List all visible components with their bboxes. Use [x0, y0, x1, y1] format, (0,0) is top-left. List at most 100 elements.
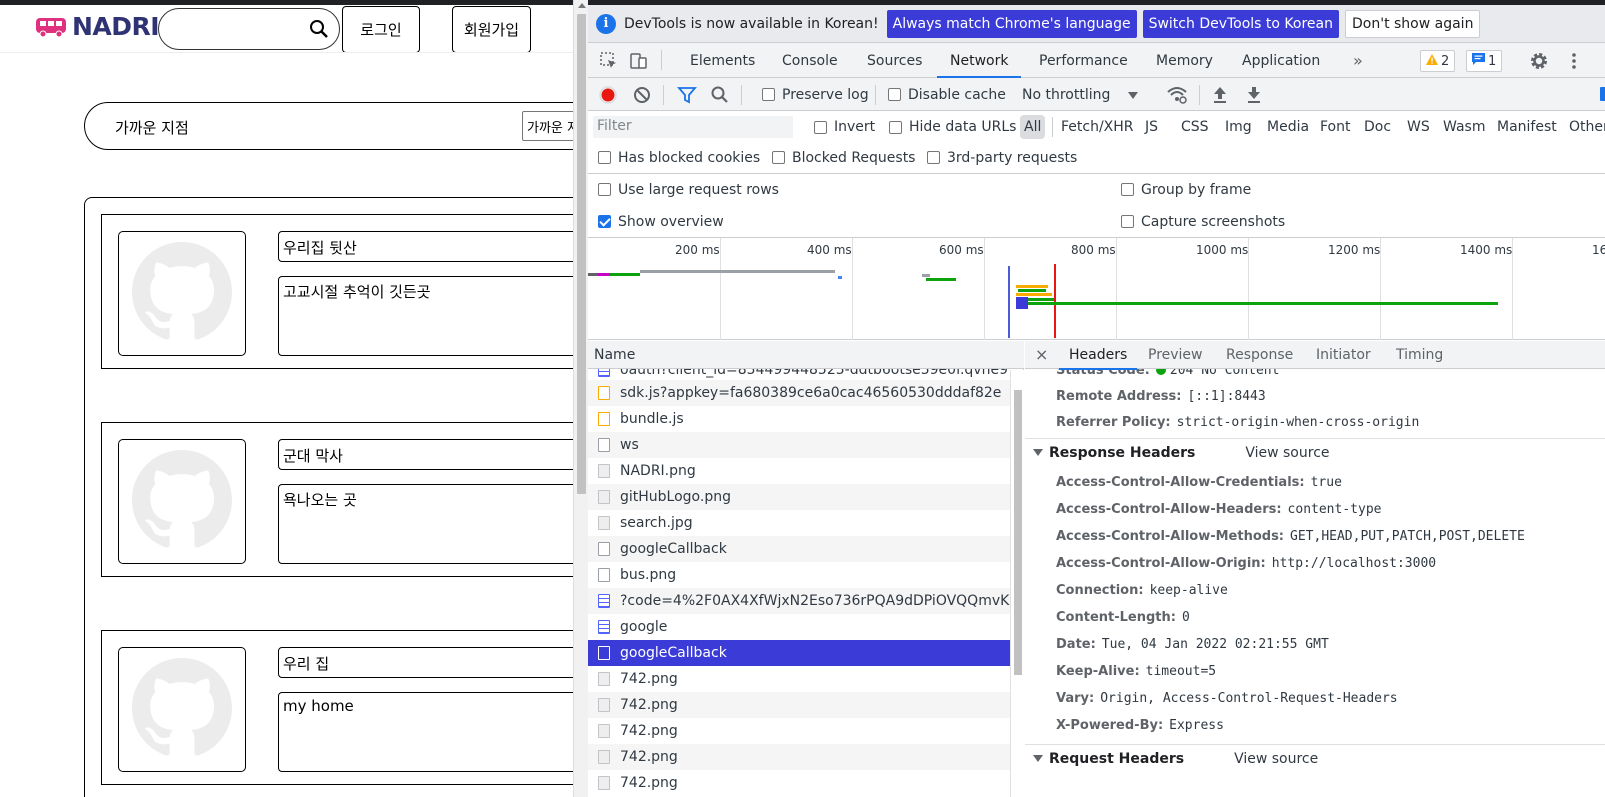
- view-source-link[interactable]: View source: [1234, 751, 1318, 767]
- request-row[interactable]: search.jpg: [588, 510, 1010, 536]
- filter-type-media[interactable]: Media: [1263, 115, 1313, 139]
- request-row-selected[interactable]: googleCallback: [588, 640, 1010, 666]
- group-by-frame-checkbox[interactable]: Group by frame: [1121, 174, 1251, 205]
- tab-initiator[interactable]: Initiator: [1316, 341, 1371, 369]
- filter-type-ws[interactable]: WS: [1403, 115, 1434, 139]
- checkbox[interactable]: [1121, 215, 1134, 228]
- place-description[interactable]: 고교시절 추억이 깃든곳: [278, 276, 573, 356]
- export-har-download-icon[interactable]: [1243, 84, 1265, 106]
- checkbox[interactable]: [814, 120, 827, 134]
- filter-funnel-icon[interactable]: [676, 84, 698, 106]
- filter-type-fetch-xhr[interactable]: Fetch/XHR: [1057, 115, 1138, 139]
- filter-type-other[interactable]: Other: [1565, 115, 1605, 139]
- place-card[interactable]: 우리집 뒷산 고교시절 추억이 깃든곳: [101, 214, 573, 369]
- place-card[interactable]: 우리 집 my home: [101, 630, 573, 785]
- checkbox[interactable]: [772, 151, 785, 164]
- login-button[interactable]: 로그인: [342, 6, 420, 53]
- throttling-select[interactable]: No throttling: [1022, 78, 1139, 111]
- request-row[interactable]: 742.png: [588, 718, 1010, 744]
- search-icon[interactable]: [309, 19, 329, 39]
- tab-sources[interactable]: Sources: [866, 43, 923, 78]
- scrollbar-thumb[interactable]: [577, 14, 586, 494]
- signup-button[interactable]: 회원가입: [452, 6, 531, 53]
- request-row[interactable]: bundle.js: [588, 406, 1010, 432]
- request-row[interactable]: 742.png: [588, 666, 1010, 692]
- always-match-language-button[interactable]: Always match Chrome's language: [886, 9, 1137, 38]
- request-row[interactable]: gitHubLogo.png: [588, 484, 1010, 510]
- inspect-element-icon[interactable]: [598, 50, 620, 72]
- tab-performance[interactable]: Performance: [1038, 43, 1129, 78]
- filter-type-css[interactable]: CSS: [1177, 115, 1213, 139]
- request-row[interactable]: sdk.js?appkey=fa680389ce6a0cac46560530dd…: [588, 380, 1010, 406]
- switch-to-korean-button[interactable]: Switch DevTools to Korean: [1142, 9, 1339, 38]
- request-list-scrollbar[interactable]: [1010, 370, 1024, 797]
- tab-application[interactable]: Application: [1241, 43, 1321, 78]
- filter-type-img[interactable]: Img: [1221, 115, 1256, 139]
- warnings-badge[interactable]: 2: [1420, 50, 1456, 72]
- tab-response[interactable]: Response: [1226, 341, 1293, 369]
- more-tabs-button[interactable]: »: [1352, 43, 1364, 78]
- place-card[interactable]: 군대 막사 욕나오는 곳: [101, 422, 573, 577]
- filter-type-all[interactable]: All: [1020, 115, 1046, 139]
- request-row[interactable]: googleCallback: [588, 536, 1010, 562]
- filter-type-js[interactable]: JS: [1141, 115, 1162, 139]
- place-description[interactable]: 욕나오는 곳: [278, 484, 573, 564]
- website-scrollbar[interactable]: [573, 0, 588, 797]
- place-title[interactable]: 우리 집: [278, 647, 573, 678]
- large-request-rows-checkbox[interactable]: Use large request rows: [598, 174, 779, 205]
- nearby-branch-select[interactable]: 가까운 지: [522, 111, 573, 141]
- settings-gear-icon[interactable]: [1528, 50, 1550, 72]
- request-row[interactable]: bus.png: [588, 562, 1010, 588]
- capture-screenshots-checkbox[interactable]: Capture screenshots: [1121, 206, 1285, 237]
- network-overview-timeline[interactable]: 200 ms 400 ms 600 ms 800 ms 1000 ms 1200…: [588, 238, 1605, 340]
- close-details-icon[interactable]: ×: [1035, 345, 1048, 364]
- tab-timing[interactable]: Timing: [1396, 341, 1443, 369]
- request-row[interactable]: google: [588, 614, 1010, 640]
- search-icon[interactable]: [709, 84, 731, 106]
- response-headers-section[interactable]: Response Headers View source: [1025, 438, 1605, 466]
- messages-badge[interactable]: 1: [1466, 50, 1503, 72]
- request-headers-section[interactable]: Request Headers View source: [1025, 744, 1605, 772]
- show-overview-checkbox[interactable]: Show overview: [598, 206, 724, 237]
- request-row[interactable]: 742.png: [588, 744, 1010, 770]
- overflow-settings-icon[interactable]: [1600, 87, 1605, 101]
- checkbox[interactable]: [889, 120, 902, 134]
- collapse-triangle-icon[interactable]: [1033, 755, 1043, 762]
- filter-type-doc[interactable]: Doc: [1360, 115, 1395, 139]
- request-row[interactable]: 742.png: [588, 770, 1010, 796]
- record-icon[interactable]: [597, 84, 619, 106]
- tab-elements[interactable]: Elements: [689, 43, 756, 78]
- place-title[interactable]: 우리집 뒷산: [278, 231, 573, 262]
- tab-console[interactable]: Console: [781, 43, 839, 78]
- checkbox[interactable]: [598, 183, 611, 196]
- checkbox[interactable]: [598, 151, 611, 164]
- tab-network[interactable]: Network: [936, 43, 1023, 78]
- checkbox[interactable]: [762, 88, 775, 101]
- tab-preview[interactable]: Preview: [1148, 341, 1203, 369]
- hide-data-urls-checkbox[interactable]: Hide data URLs: [889, 111, 1016, 143]
- checkbox[interactable]: [1121, 183, 1134, 196]
- third-party-requests-checkbox[interactable]: 3rd-party requests: [927, 142, 1077, 173]
- network-conditions-icon[interactable]: [1166, 84, 1188, 106]
- place-description[interactable]: my home: [278, 692, 573, 772]
- scroll-up-arrow-icon[interactable]: [578, 3, 586, 8]
- preserve-log-checkbox[interactable]: Preserve log: [762, 78, 869, 111]
- checkbox[interactable]: [888, 88, 901, 101]
- filter-type-font[interactable]: Font: [1316, 115, 1354, 139]
- clear-icon[interactable]: [631, 84, 653, 106]
- request-row[interactable]: NADRI.png: [588, 458, 1010, 484]
- place-title[interactable]: 군대 막사: [278, 439, 573, 470]
- checkbox[interactable]: [927, 151, 940, 164]
- blocked-requests-checkbox[interactable]: Blocked Requests: [772, 142, 915, 173]
- checkbox-checked[interactable]: [598, 215, 611, 228]
- invert-checkbox[interactable]: Invert: [814, 111, 875, 143]
- request-row[interactable]: ?code=4%2F0AX4XfWjxN2Eso736rPQA9dDPiOVQQ…: [588, 588, 1010, 614]
- filter-input[interactable]: Filter: [593, 116, 793, 138]
- tab-headers[interactable]: Headers: [1058, 341, 1138, 370]
- view-source-link[interactable]: View source: [1245, 445, 1329, 461]
- request-row[interactable]: 742.png: [588, 692, 1010, 718]
- disable-cache-checkbox[interactable]: Disable cache: [888, 78, 1006, 111]
- filter-type-manifest[interactable]: Manifest: [1493, 115, 1561, 139]
- site-logo[interactable]: NADRI: [34, 12, 160, 41]
- scrollbar-thumb[interactable]: [1014, 390, 1022, 675]
